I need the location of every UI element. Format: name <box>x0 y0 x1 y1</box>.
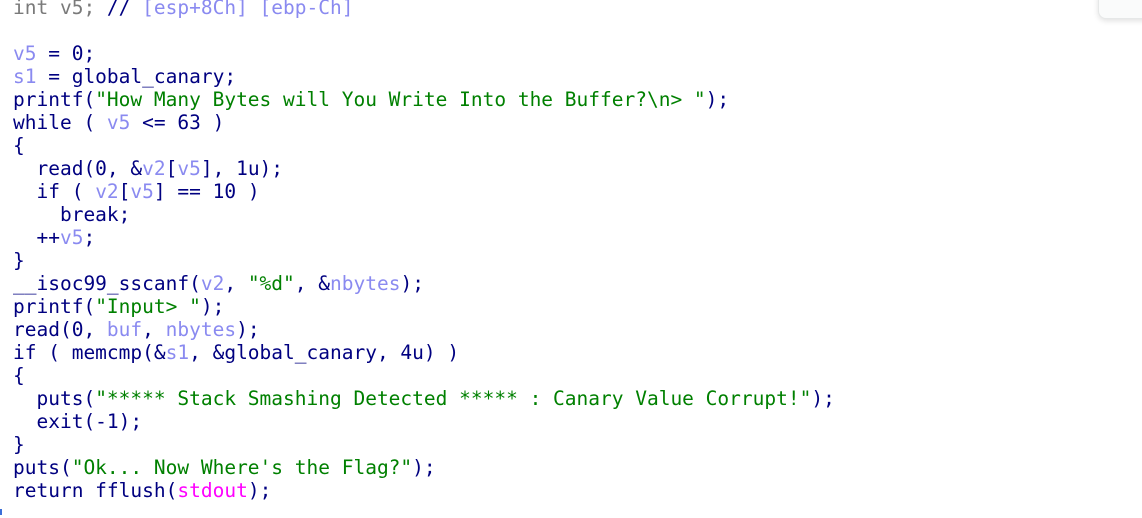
floating-panel-corner <box>1098 0 1142 19</box>
code-token: ); <box>705 88 730 111</box>
code-token: ++ <box>13 226 60 249</box>
code-token: ; <box>83 226 96 249</box>
code-token: puts( <box>13 456 72 479</box>
code-token: ); <box>400 272 424 295</box>
variable-token[interactable]: v5 <box>177 157 200 180</box>
code-token: [ <box>165 157 178 180</box>
code-line[interactable]: read(0, buf, nbytes); <box>13 318 835 341</box>
code-line[interactable]: ++v5; <box>13 226 835 249</box>
variable-token[interactable]: v5 <box>130 180 153 203</box>
stack-offset-comment: [esp+8Ch] [ebp-Ch] <box>142 0 354 19</box>
code-token: exit(-1); <box>13 410 143 433</box>
string-literal: "Input> " <box>95 295 201 318</box>
code-token: ); <box>811 387 835 410</box>
code-token: ] == 10 ) <box>153 180 260 203</box>
string-literal: "***** Stack Smashing Detected ***** : C… <box>95 387 812 410</box>
code-token: <= 63 ) <box>130 111 225 134</box>
string-literal: "How Many Bytes will You Write Into the … <box>95 88 706 111</box>
code-token: [ <box>118 180 131 203</box>
code-token: } <box>13 433 25 456</box>
code-token: return fflush( <box>13 479 178 502</box>
code-line[interactable]: { <box>13 134 835 157</box>
code-line[interactable]: return fflush(stdout); <box>13 479 835 502</box>
code-line[interactable]: } <box>13 433 835 456</box>
variable-token[interactable]: nbytes <box>330 272 400 295</box>
code-token: ], 1u); <box>200 157 284 180</box>
code-line[interactable]: { <box>13 364 835 387</box>
declaration-token: int v5; <box>13 0 107 19</box>
code-token: { <box>13 364 25 387</box>
code-token: read(0, <box>13 318 107 341</box>
code-token: break; <box>13 203 131 226</box>
variable-token[interactable]: buf <box>107 318 142 341</box>
variable-token[interactable]: v2 <box>95 180 118 203</box>
string-literal: "Ok... Now Where's the Flag?" <box>71 456 413 479</box>
code-token: { <box>13 134 25 157</box>
code-line[interactable]: while ( v5 <= 63 ) <box>13 111 835 134</box>
string-literal: "%d" <box>247 272 295 295</box>
code-token: , &global_canary, 4u) ) <box>189 341 460 364</box>
code-token: ); <box>236 318 260 341</box>
comment-token: // <box>106 0 143 19</box>
code-token: ); <box>200 295 225 318</box>
variable-token[interactable]: v5 <box>13 42 36 65</box>
code-token: printf( <box>13 295 96 318</box>
code-line[interactable]: s1 = global_canary; <box>13 65 835 88</box>
pseudocode-view[interactable]: int v5; // [esp+8Ch] [ebp-Ch] v5 = 0; s1 … <box>13 0 835 502</box>
code-token: read(0, & <box>13 157 143 180</box>
code-token: , <box>142 318 166 341</box>
code-token: if ( <box>13 180 96 203</box>
code-line[interactable]: int v5; // [esp+8Ch] [ebp-Ch] <box>13 0 835 19</box>
code-line[interactable]: printf("Input> "); <box>13 295 835 318</box>
code-token: printf( <box>13 88 96 111</box>
code-token: } <box>13 249 25 272</box>
code-token: ); <box>412 456 436 479</box>
code-line[interactable]: v5 = 0; <box>13 42 835 65</box>
variable-token[interactable]: nbytes <box>166 318 236 341</box>
code-line[interactable] <box>13 19 835 42</box>
code-line[interactable]: } <box>13 249 835 272</box>
code-line[interactable]: if ( v2[v5] == 10 ) <box>13 180 835 203</box>
code-token: , & <box>294 272 331 295</box>
variable-token[interactable]: v2 <box>201 272 224 295</box>
code-token: if ( memcmp(& <box>13 341 166 364</box>
code-token: , <box>224 272 248 295</box>
code-line[interactable]: break; <box>13 203 835 226</box>
imported-symbol[interactable]: stdout <box>177 479 247 502</box>
code-token: ); <box>247 479 272 502</box>
code-line[interactable]: printf("How Many Bytes will You Write In… <box>13 88 835 111</box>
code-line[interactable]: __isoc99_sscanf(v2, "%d", &nbytes); <box>13 272 835 295</box>
code-line[interactable]: exit(-1); <box>13 410 835 433</box>
variable-token[interactable]: v5 <box>60 226 83 249</box>
code-token: puts( <box>13 387 96 410</box>
code-line[interactable]: puts("Ok... Now Where's the Flag?"); <box>13 456 835 479</box>
code-token: = global_canary; <box>36 65 237 88</box>
code-token: = 0; <box>36 42 96 65</box>
code-line[interactable]: puts("***** Stack Smashing Detected ****… <box>13 387 835 410</box>
code-token: __isoc99_sscanf( <box>13 272 201 295</box>
variable-token[interactable]: s1 <box>166 341 189 364</box>
code-line[interactable]: read(0, &v2[v5], 1u); <box>13 157 835 180</box>
variable-token[interactable]: s1 <box>13 65 36 88</box>
scroll-marker <box>0 509 2 515</box>
code-line[interactable]: if ( memcmp(&s1, &global_canary, 4u) ) <box>13 341 835 364</box>
code-token: while ( <box>13 111 107 134</box>
variable-token[interactable]: v5 <box>107 111 130 134</box>
variable-token[interactable]: v2 <box>142 157 165 180</box>
